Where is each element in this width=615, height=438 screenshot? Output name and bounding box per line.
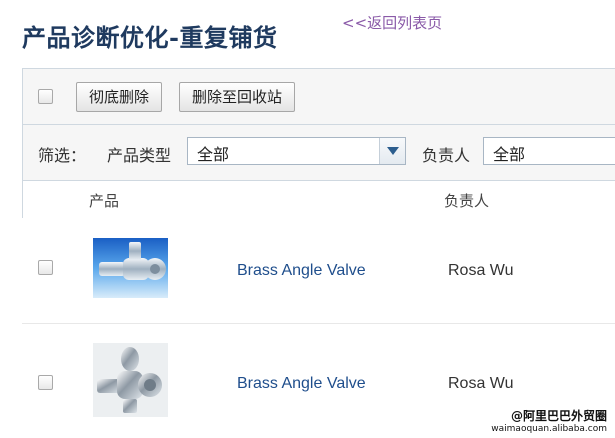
product-name-link[interactable]: Brass Angle Valve — [237, 375, 366, 393]
watermark-line-1: @阿里巴巴外贸圈 — [510, 409, 607, 423]
back-to-list-link[interactable]: <<返回列表页 — [342, 12, 442, 33]
delete-permanently-button[interactable]: 彻底删除 — [76, 82, 163, 112]
chrome-angle-valve-photo-icon — [93, 343, 168, 417]
product-thumbnail[interactable] — [93, 238, 168, 298]
owner-select[interactable]: 全部 — [483, 137, 615, 165]
owner-filter-label: 负责人 — [422, 146, 471, 165]
row-checkbox[interactable] — [38, 375, 53, 390]
watermark-line-2: waimaoquan.alibaba.com — [491, 424, 607, 434]
column-header-owner: 负责人 — [444, 192, 490, 210]
operations-panel: 彻底删除 删除至回收站 筛选： 产品类型 全部 负责人 全部 产品 负责人 — [22, 68, 615, 218]
chevron-down-icon — [387, 147, 399, 155]
dropdown-arrow-button[interactable] — [379, 138, 405, 164]
product-thumbnail[interactable] — [93, 343, 168, 417]
product-type-label: 产品类型 — [107, 146, 172, 165]
filter-label: 筛选： — [38, 146, 87, 165]
delete-to-recycle-bin-button[interactable]: 删除至回收站 — [179, 82, 296, 112]
filter-bar: 筛选： 产品类型 全部 负责人 全部 — [23, 125, 615, 181]
toolbar: 彻底删除 删除至回收站 — [23, 69, 615, 125]
product-name-link[interactable]: Brass Angle Valve — [237, 262, 366, 280]
product-type-select[interactable]: 全部 — [187, 137, 406, 165]
table-header: 产品 负责人 — [23, 181, 615, 218]
row-checkbox[interactable] — [38, 260, 53, 275]
page-title: 产品诊断优化-重复铺货 — [22, 23, 278, 52]
column-header-product: 产品 — [89, 192, 120, 210]
product-type-value: 全部 — [197, 145, 230, 164]
blue-angle-valve-photo-icon — [93, 238, 168, 298]
table-row: Brass Angle Valve Rosa Wu — [22, 218, 615, 324]
owner-select-value: 全部 — [493, 145, 526, 164]
select-all-checkbox[interactable] — [38, 89, 53, 104]
owner-name: Rosa Wu — [448, 375, 514, 392]
watermark: @阿里巴巴外贸圈 waimaoquan.alibaba.com — [491, 407, 607, 434]
owner-name: Rosa Wu — [448, 262, 514, 279]
